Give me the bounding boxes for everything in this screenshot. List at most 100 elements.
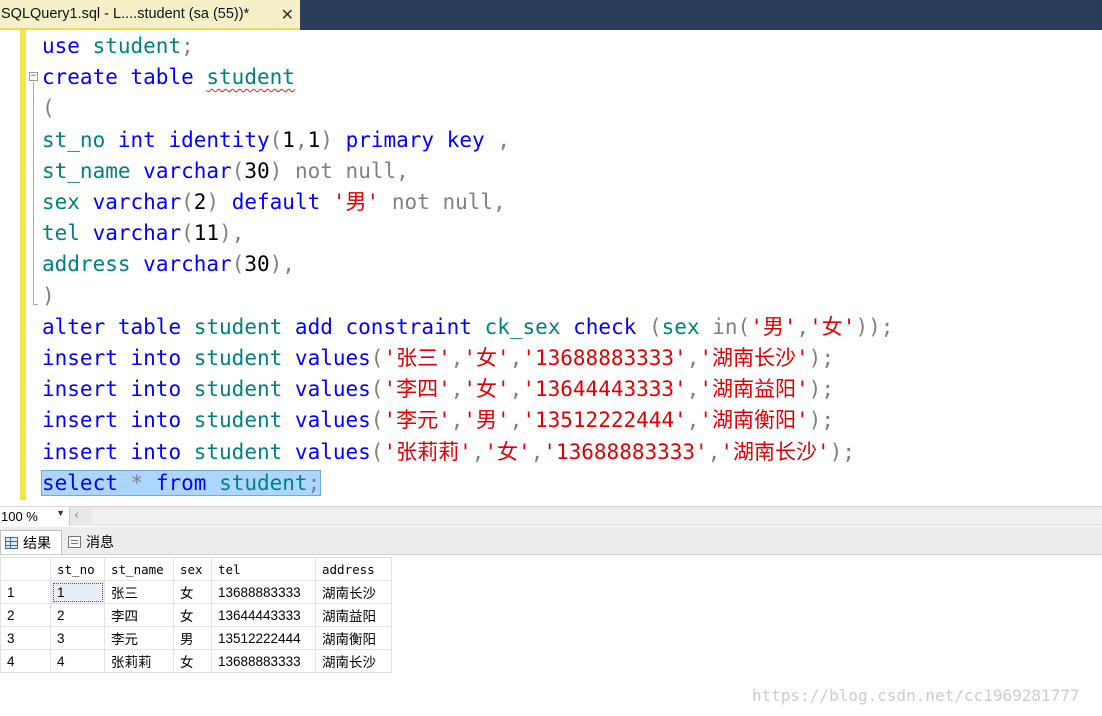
code-line[interactable]: st_no int identity(1,1) primary key , (42, 125, 510, 155)
column-header-address[interactable]: address (315, 557, 392, 581)
collapse-icon[interactable]: − (29, 72, 38, 81)
code-token: '女' (463, 377, 510, 402)
cell-sex[interactable]: 女 (173, 580, 212, 604)
cell-address[interactable]: 湖南益阳 (315, 603, 392, 627)
cell-st-name[interactable]: 张莉莉 (104, 649, 174, 673)
code-token: into (130, 377, 182, 402)
code-line[interactable]: use student; (42, 31, 194, 61)
code-line[interactable]: tel varchar(11), (42, 218, 244, 248)
code-token: ( (231, 158, 245, 183)
cell-tel[interactable]: 13512222444 (211, 626, 316, 650)
row-number[interactable]: 2 (0, 603, 51, 627)
code-token: insert (42, 439, 118, 464)
code-line[interactable]: insert into student values('张三','女','136… (42, 343, 834, 373)
cell-sex[interactable]: 女 (173, 603, 212, 627)
code-token: , (294, 127, 308, 152)
column-header-st-name[interactable]: st_name (104, 557, 174, 581)
code-token: , (509, 377, 523, 402)
scroll-left-icon[interactable]: ‹ (74, 508, 79, 523)
cell-tel[interactable]: 13644443333 (211, 603, 316, 627)
line-text: ( (42, 96, 55, 120)
code-token: values (294, 346, 371, 370)
cell-st-no[interactable]: 1 (50, 580, 105, 604)
code-token: create (42, 65, 118, 90)
document-tab[interactable]: SQLQuery1.sql - L....student (sa (55))* … (0, 0, 300, 30)
code-token: , (509, 408, 523, 433)
cell-st-name[interactable]: 李四 (104, 603, 174, 627)
cell-tel[interactable]: 13688883333 (211, 580, 316, 604)
cell-address[interactable]: 湖南长沙 (315, 649, 392, 673)
cell-st-no[interactable]: 4 (50, 649, 105, 673)
cell-sex[interactable]: 女 (173, 649, 212, 673)
code-token: '13512222444' (522, 408, 687, 433)
code-token: sex (661, 314, 700, 339)
column-header-tel[interactable]: tel (211, 557, 316, 581)
code-token: values (294, 439, 371, 464)
tab-results-label: 结果 (23, 534, 51, 551)
line-text: sex varchar(2) default '男' not null, (42, 190, 506, 214)
table-row[interactable]: 1 1 张三 女 13688883333 湖南长沙 (0, 580, 392, 604)
column-header-rownum[interactable] (0, 557, 51, 581)
code-token: st_no (42, 127, 106, 152)
chevron-down-icon: ▼ (56, 508, 65, 518)
code-line[interactable]: insert into student values('李元','男','135… (42, 405, 834, 435)
code-line[interactable]: sex varchar(2) default '男' not null, (42, 187, 506, 217)
cell-st-no[interactable]: 3 (50, 626, 105, 650)
table-row[interactable]: 3 3 李元 男 13512222444 湖南衡阳 (0, 626, 392, 650)
code-line[interactable]: address varchar(30), (42, 249, 295, 279)
code-line[interactable]: st_name varchar(30) not null, (42, 156, 409, 186)
code-token: ); (808, 346, 834, 370)
cell-sex[interactable]: 男 (173, 626, 212, 650)
code-line[interactable]: insert into student values('张莉莉','女','13… (42, 437, 855, 467)
code-line[interactable]: ) (42, 281, 55, 311)
code-token: '13688883333' (543, 439, 708, 464)
code-line[interactable]: select * from student; (40, 468, 322, 498)
code-line[interactable]: ( (42, 93, 55, 123)
code-token: '李四' (383, 377, 451, 402)
code-line[interactable]: create table student (42, 62, 295, 92)
query-editor[interactable]: − use student; create table student ( st_no… (0, 30, 1102, 506)
code-line[interactable]: alter table student add constraint ck_se… (42, 312, 893, 342)
document-tab-strip: SQLQuery1.sql - L....student (sa (55))* … (0, 0, 1102, 30)
column-header-sex[interactable]: sex (173, 557, 212, 581)
zoom-value: 100 % (1, 509, 38, 524)
results-grid[interactable]: st_no st_name sex tel address 1 1 张三 女 1… (0, 557, 392, 673)
code-line[interactable]: insert into student values('李四','女','136… (42, 374, 834, 404)
code-token: '13644443333' (522, 377, 687, 402)
code-token: , (493, 190, 506, 214)
row-number[interactable]: 3 (0, 626, 51, 650)
grid-icon (5, 536, 18, 549)
code-token: ( (370, 346, 384, 370)
code-token: ( (370, 377, 384, 402)
zoom-dropdown[interactable]: 100 % ▼ (0, 507, 70, 526)
cell-st-name[interactable]: 张三 (104, 580, 174, 604)
close-icon[interactable]: ✕ (281, 5, 294, 25)
row-number[interactable]: 1 (0, 580, 51, 604)
code-token: '湖南衡阳' (699, 408, 809, 433)
cell-address[interactable]: 湖南长沙 (315, 580, 392, 604)
tab-messages[interactable]: 消息 (64, 530, 124, 554)
cell-address[interactable]: 湖南衡阳 (315, 626, 392, 650)
horizontal-scrollbar[interactable] (92, 509, 1102, 524)
code-token: '张三' (383, 346, 451, 370)
code-token: , (450, 408, 464, 433)
row-number[interactable]: 4 (0, 649, 51, 673)
table-row[interactable]: 4 4 张莉莉 女 13688883333 湖南长沙 (0, 649, 392, 673)
cell-st-name[interactable]: 李元 (104, 626, 174, 650)
tab-results[interactable]: 结果 (0, 530, 62, 554)
line-text: create table student (42, 65, 295, 89)
cell-tel[interactable]: 13688883333 (211, 649, 316, 673)
code-token: alter (42, 314, 106, 339)
table-row[interactable]: 2 2 李四 女 13644443333 湖南益阳 (0, 603, 392, 627)
column-header-st-no[interactable]: st_no (50, 557, 105, 581)
cell-st-no[interactable]: 2 (50, 603, 105, 627)
